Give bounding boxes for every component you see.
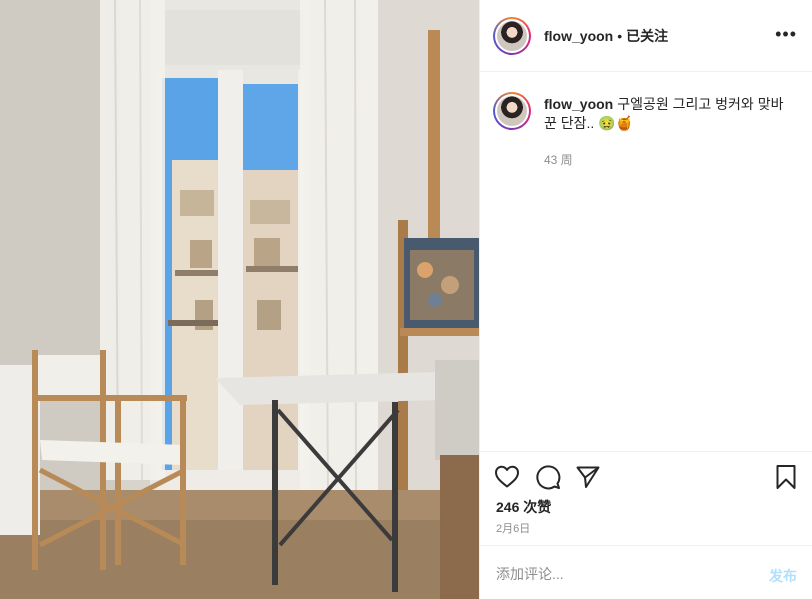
bookmark-icon[interactable] [773, 464, 799, 490]
caption-author-avatar[interactable] [493, 92, 531, 130]
like-count[interactable]: 246 次赞 [496, 497, 551, 517]
caption-timestamp[interactable]: 43 周 [544, 151, 784, 168]
post-comment-button[interactable]: 发布 [769, 566, 797, 586]
add-comment-section: 发布 [480, 545, 812, 599]
paper-plane-icon[interactable] [575, 464, 601, 490]
author-avatar[interactable] [493, 16, 531, 55]
follow-status-button[interactable]: 已关注 [626, 26, 668, 46]
caption-username[interactable]: flow_yoon [544, 96, 613, 112]
heart-icon[interactable] [494, 464, 520, 490]
follow-separator: • [617, 27, 623, 44]
caption-text: flow_yoon 구엘공원 그리고 벙커와 맞바꾼 단잠.. 🤢🍯 [544, 95, 784, 133]
post-image [0, 0, 479, 599]
post-header: flow_yoon • 已关注 ••• [480, 0, 812, 72]
post-detail-panel: flow_yoon • 已关注 ••• flow_yoon 구엘공원 그리고 벙커… [479, 0, 812, 599]
post-date: 2月6日 [496, 523, 531, 535]
caption-comment: flow_yoon 구엘공원 그리고 벙커와 맞바꾼 단잠.. 🤢🍯 43 周 [493, 92, 798, 168]
author-username[interactable]: flow_yoon [544, 28, 613, 44]
more-options-icon[interactable]: ••• [775, 24, 797, 44]
comment-input[interactable] [496, 560, 746, 588]
action-bar [480, 451, 812, 501]
post-photo[interactable] [0, 0, 479, 599]
comment-bubble-icon[interactable] [535, 464, 561, 490]
